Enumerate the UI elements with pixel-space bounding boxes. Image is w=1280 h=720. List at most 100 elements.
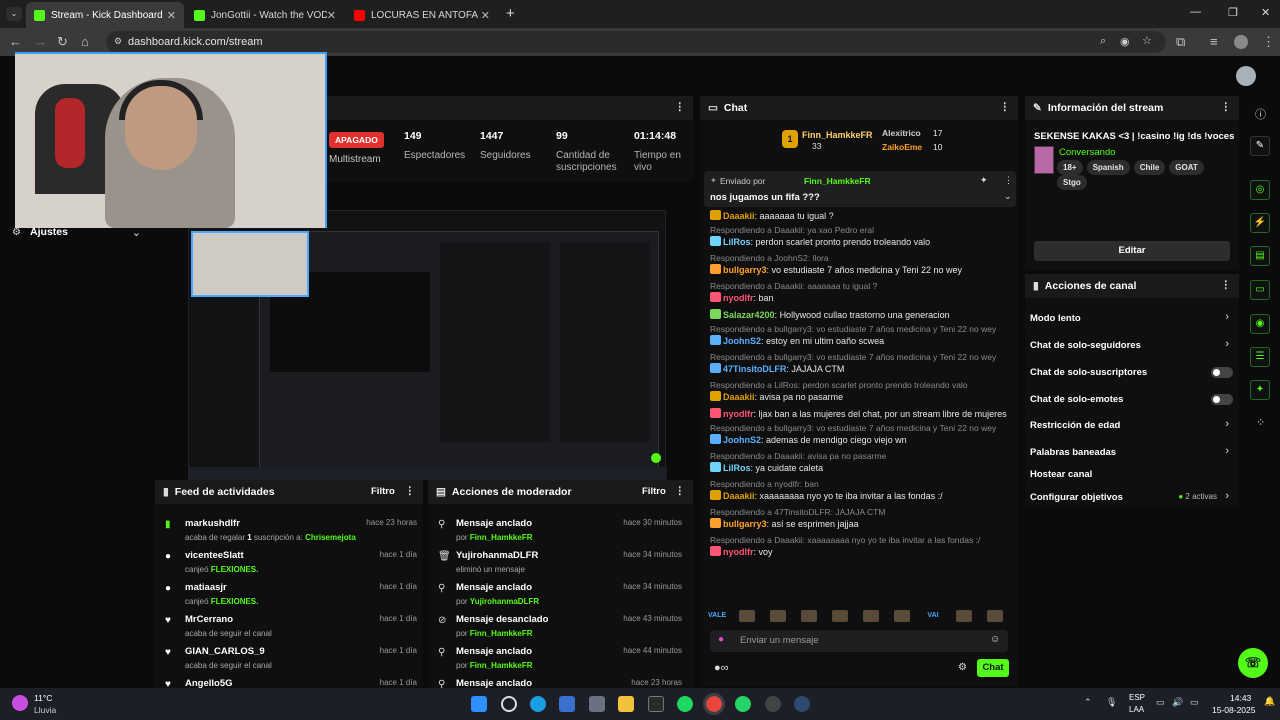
bookmark-star-icon[interactable]: ☆ [1142,34,1152,47]
channel-action-row[interactable]: Chat de solo-seguidores › [1030,338,1235,353]
mod-action-item[interactable]: 🗑 YujirohanmaDLFR eliminó un mensaje hace 3… [438,550,688,578]
volume-tray-icon[interactable]: 🔊 [1172,697,1183,708]
expand-chevron-icon[interactable]: ⌄ [1004,191,1012,202]
lang-indicator-2[interactable]: LAA [1129,705,1144,714]
channel-action-row[interactable]: Modo lento › [1030,311,1235,326]
activity-item[interactable]: ▮ markushdlfr acaba de regalar 1 suscripci… [165,518,417,546]
chat-username[interactable]: 47TinsitoDLFR [723,364,786,374]
close-tab-icon[interactable]: ✕ [481,9,490,22]
reload-icon[interactable]: ↻ [57,34,68,50]
chat-username[interactable]: nyodlfr [723,409,754,419]
tab-list-dropdown-icon[interactable]: ⌄ [6,7,22,21]
emote-icon[interactable]: VAI [925,610,941,622]
extensions-icon[interactable]: ⧉ [1176,34,1185,50]
tab-youtube[interactable]: LOCURAS EN ANTOFA 2 🥵 PA ✕ [346,2,498,28]
site-info-icon[interactable]: ⚙ [114,36,122,47]
mod-filter-button[interactable]: Filtro [642,486,666,497]
more-options-icon[interactable]: ⋮ [1221,279,1232,291]
forward-icon[interactable]: → [34,34,47,49]
target-icon[interactable]: ◎ [1250,180,1270,200]
emote-icon[interactable] [770,610,786,622]
chat-message[interactable]: Respondiendo a LilRos: perdon scarlet pr… [710,380,1010,402]
close-tab-icon[interactable]: ✕ [167,9,176,22]
channel-action-row[interactable]: Configurar objetivos › ● 2 activas [1030,490,1235,505]
chat-username[interactable]: bullgarry3 [723,519,767,529]
close-window-icon[interactable]: ✕ [1261,6,1270,19]
terminal-icon[interactable] [648,696,664,712]
toggle-switch[interactable] [1211,367,1233,378]
emote-icon[interactable] [832,610,848,622]
media-icon[interactable]: ≡ [1210,34,1218,49]
emote-icon[interactable] [987,610,1003,622]
zoom-icon[interactable]: ⌕ [1100,35,1106,48]
edit-stream-button[interactable]: Editar [1034,241,1230,261]
emote-icon[interactable] [894,610,910,622]
send-chat-button[interactable]: Chat [977,659,1009,677]
chrome-icon[interactable] [703,693,725,715]
browser-menu-icon[interactable]: ⋮ [1262,34,1275,50]
new-tab-icon[interactable]: + [506,5,515,22]
mod-action-item[interactable]: ⊘ Mensaje desanclado por Finn_HamkkeFR hace… [438,614,688,642]
emote-icon[interactable] [739,610,755,622]
channel-action-row[interactable]: Restricción de edad › [1030,418,1235,433]
address-bar[interactable]: ⚙ dashboard.kick.com/stream ⌕ ◉ ☆ [106,31,1166,53]
more-options-icon[interactable]: ⋮ [1221,101,1232,113]
chat-message[interactable]: Respondiendo a bullgarry3: vo estudiaste… [710,324,1010,346]
chat-username[interactable]: bullgarry3 [723,265,767,275]
more-options-icon[interactable]: ⋮ [1004,175,1013,186]
app-icon[interactable] [589,696,605,712]
restore-window-icon[interactable]: ❐ [1228,6,1238,19]
channel-action-row[interactable]: Palabras baneadas › [1030,445,1235,460]
lang-indicator[interactable]: ESP [1129,693,1145,702]
chat-message[interactable]: Daaakii: aaaaaaa tu igual ? [710,210,1010,221]
whatsapp-icon[interactable] [735,696,751,712]
info-circle-icon[interactable]: ⓘ [1255,106,1266,122]
settings-nav-item[interactable]: ⚙ Ajustes ⌄ [12,226,147,242]
mod-action-item[interactable]: ⚲ Mensaje anclado por Finn_HamkkeFR hace 30… [438,518,688,546]
tab-vod[interactable]: JonGottii - Watch the VOD on K ✕ [186,2,344,28]
obs-icon[interactable] [765,696,781,712]
search-icon[interactable] [501,696,517,712]
display-tray-icon[interactable]: ▭ [1156,697,1165,708]
user-avatar[interactable] [1236,66,1256,86]
chat-username[interactable]: Salazar4200 [723,310,775,320]
more-options-icon[interactable]: ⋮ [1000,101,1011,113]
chat-username[interactable]: LilRos [723,463,751,473]
clock-date[interactable]: 15-08-2025 [1212,705,1255,715]
microphone-icon[interactable]: ● [718,634,724,645]
activity-item[interactable]: ● matiaasjr canjeó FLEXIONES. hace 1 día [165,582,417,610]
activity-item[interactable]: ♥ Angello5G hace 1 día [165,678,417,688]
toggle-switch[interactable] [1211,394,1233,405]
home-icon[interactable]: ⌂ [81,34,89,49]
chat-bubble-icon[interactable]: ▭ [1250,280,1270,300]
stream-tag[interactable]: Spanish [1086,160,1130,175]
chat-username[interactable]: nyodlfr [723,293,754,303]
channel-action-row[interactable]: Hostear canal [1030,468,1235,482]
clock-time[interactable]: 14:43 [1230,693,1251,703]
emote-icon[interactable]: VALE [708,610,726,622]
mod-action-item[interactable]: ⚲ Mensaje anclado por YujirohanmaDLFR hace … [438,582,688,610]
file-explorer-icon[interactable] [618,696,634,712]
chat-message[interactable]: Respondiendo a Daaakii: ya xao Pedro era… [710,225,1010,247]
chat-message[interactable]: Respondiendo a bullgarry3: vo estudiaste… [710,352,1010,374]
spotify-icon[interactable] [677,696,693,712]
chat-username[interactable]: Daaakii [723,211,755,221]
chat-username[interactable]: nyodlfr [723,547,754,557]
activity-filter-button[interactable]: Filtro [371,486,395,497]
activity-item[interactable]: ● vicenteeSlatt canjeó FLEXIONES. hace 1 dí… [165,550,417,578]
store-icon[interactable] [559,696,575,712]
more-options-icon[interactable]: ⋮ [675,101,686,113]
eye-icon[interactable]: ◉ [1120,35,1130,48]
document-icon[interactable]: ▤ [1250,246,1270,266]
close-tab-icon[interactable]: ✕ [327,9,336,22]
chat-message[interactable]: nyodlfr: ljax ban a las mujeres del chat… [710,408,1010,419]
chat-message[interactable]: Respondiendo a Daaakii: xaaaaaaaa nyo yo… [710,535,1010,557]
profile-avatar[interactable] [1234,35,1248,49]
support-button[interactable]: ☏ [1238,648,1268,678]
apps-icon[interactable]: ⁘ [1256,416,1265,429]
notification-bell-icon[interactable]: 🔔 [1264,696,1275,707]
wrench-icon[interactable]: ✦ [1250,380,1270,400]
microphone-tray-icon[interactable]: 🎙 [1106,697,1117,708]
mod-action-item[interactable]: ⚲ Mensaje anclado por Finn_HamkkeFR hace 44… [438,646,688,674]
stream-tag[interactable]: 18+ [1057,160,1083,175]
